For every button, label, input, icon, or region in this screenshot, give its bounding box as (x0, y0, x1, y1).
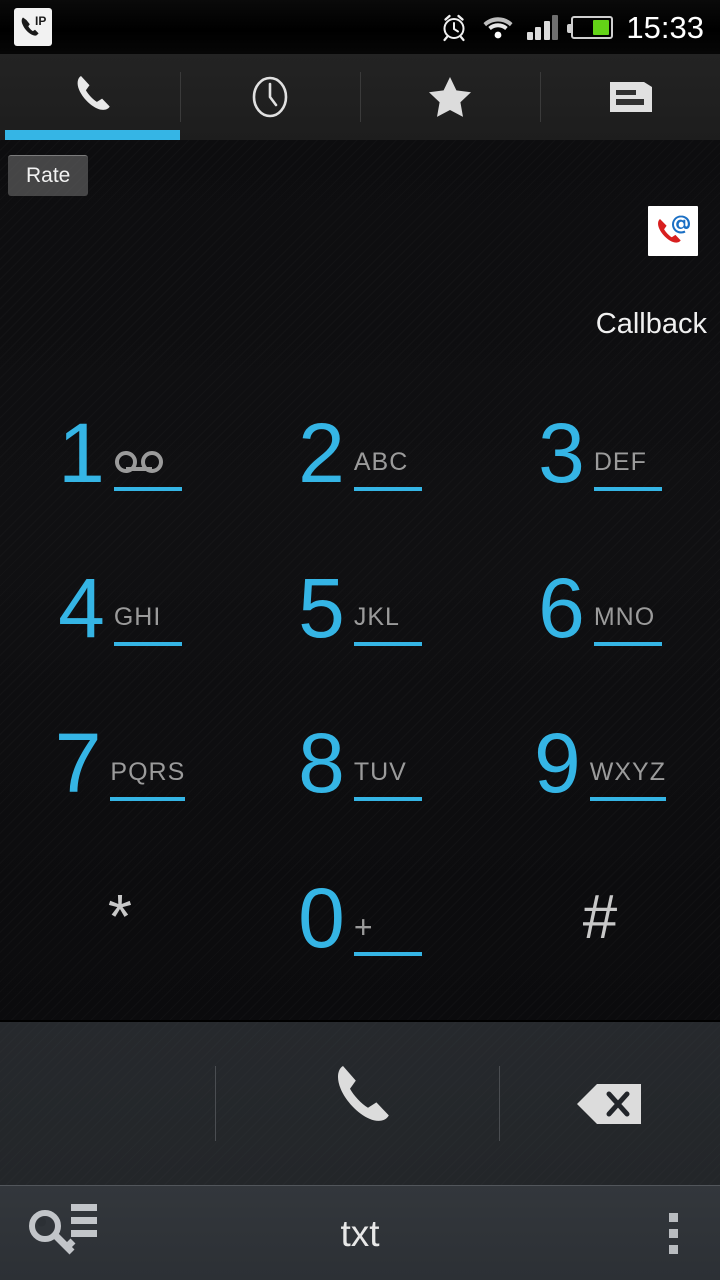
key-underline (110, 796, 186, 801)
key-digit: 8 (298, 715, 345, 810)
key-digit: 6 (538, 560, 585, 655)
key-letters: JKL (353, 602, 400, 631)
key-letters: MNO (593, 602, 656, 631)
key-sub: DEF (593, 447, 662, 491)
txt-label: txt (340, 1212, 380, 1254)
dialpad-key-1[interactable]: 1 (0, 375, 240, 530)
key-sub: JKL (353, 602, 422, 646)
nav-center[interactable]: txt (200, 1215, 520, 1252)
tab-bar (0, 54, 720, 140)
svg-text:IP: IP (35, 14, 46, 28)
dialpad-key-8[interactable]: 8 TUV (240, 685, 480, 840)
key-underline (353, 641, 422, 646)
key-letters: PQRS (110, 757, 186, 786)
key-underline (353, 796, 422, 801)
status-bar-clock: 15:33 (626, 9, 704, 45)
call-button[interactable] (215, 1022, 500, 1185)
voicemail-icon (114, 450, 163, 473)
rate-button[interactable]: Rate (8, 155, 89, 196)
key-digit: 2 (298, 405, 345, 500)
key-digit: # (582, 882, 618, 952)
key-sub: + (353, 908, 422, 956)
active-tab-indicator (5, 130, 180, 140)
key-digit: * (107, 882, 133, 952)
dialpad-key-7[interactable]: 7 PQRS (0, 685, 240, 840)
dialpad-key-hash[interactable]: # (480, 840, 720, 995)
key-underline (589, 796, 666, 801)
cellular-signal-icon (526, 14, 559, 40)
call-phone-icon (337, 1065, 389, 1121)
key-sub: WXYZ (589, 757, 666, 801)
key-underline (593, 486, 662, 491)
dialpad-key-0[interactable]: 0 + (240, 840, 480, 995)
dialpad-key-3[interactable]: 3 DEF (480, 375, 720, 530)
key-sub: MNO (593, 602, 662, 646)
key-digit: 4 (58, 560, 105, 655)
wifi-icon (483, 17, 513, 39)
dialpad-key-9[interactable]: 9 WXYZ (480, 685, 720, 840)
star-icon (429, 77, 471, 117)
tab-recents[interactable] (180, 54, 360, 140)
key-underline (593, 641, 662, 646)
overflow-menu-icon[interactable] (669, 1212, 678, 1254)
phone-handset-icon (77, 76, 110, 110)
ip-phone-icon: IP (14, 8, 52, 46)
status-bar-left: IP (0, 8, 52, 46)
key-underline (113, 641, 182, 646)
battery-icon (567, 15, 614, 39)
clock-icon (252, 76, 288, 118)
key-letters: GHI (113, 602, 162, 631)
action-bar (0, 1020, 720, 1185)
divider-left (215, 1066, 216, 1141)
nav-right (520, 1212, 720, 1254)
status-bar-right: 15:33 (439, 12, 720, 43)
key-underline (353, 486, 422, 491)
callback-phone-at-icon[interactable] (648, 206, 698, 256)
dialpad-keys: 1 2 ABC 3 DEF 4 GHI 5 JKL 6 MNO 7 PQRS 8 TUV 9 WXYZ * 0 + # (0, 375, 720, 995)
status-bar: IP 15:33 (0, 0, 720, 54)
key-sub: PQRS (110, 757, 186, 801)
backspace-icon (577, 1083, 641, 1124)
backspace-button[interactable] (500, 1022, 720, 1185)
key-letters: DEF (593, 447, 647, 476)
key-letters: ABC (353, 447, 409, 476)
key-plus: + (353, 908, 373, 945)
dialpad-key-2[interactable]: 2 ABC (240, 375, 480, 530)
dialer-screen: IP 15:33 Rate Callback 1 2 ABC 3 DEF 4 G… (0, 0, 720, 1280)
tab-dialer[interactable] (0, 54, 180, 140)
dialpad-key-star[interactable]: * (0, 840, 240, 995)
contacts-card-icon (610, 82, 652, 112)
dialpad-key-4[interactable]: 4 GHI (0, 530, 240, 685)
key-digit: 7 (54, 715, 102, 810)
key-list-icon[interactable] (26, 1200, 102, 1267)
callback-label: Callback (595, 308, 707, 340)
key-sub (113, 450, 182, 491)
key-digit: 0 (298, 870, 345, 965)
tab-favorites[interactable] (360, 54, 540, 140)
key-digit: 5 (298, 560, 345, 655)
dialpad-key-5[interactable]: 5 JKL (240, 530, 480, 685)
key-letters: WXYZ (589, 757, 666, 786)
key-letters: TUV (353, 757, 407, 786)
key-sub: GHI (113, 602, 182, 646)
key-digit: 3 (538, 405, 585, 500)
action-bar-spacer (0, 1022, 215, 1185)
key-sub: ABC (353, 447, 422, 491)
alarm-clock-icon (443, 14, 465, 42)
key-digit: 9 (534, 715, 581, 810)
tab-contacts[interactable] (540, 54, 720, 140)
key-underline (113, 486, 182, 491)
key-digit: 1 (58, 405, 105, 500)
key-sub: TUV (353, 757, 422, 801)
bottom-nav-bar: txt (0, 1185, 720, 1280)
key-underline (353, 951, 422, 956)
nav-left (0, 1200, 200, 1267)
dialpad-key-6[interactable]: 6 MNO (480, 530, 720, 685)
